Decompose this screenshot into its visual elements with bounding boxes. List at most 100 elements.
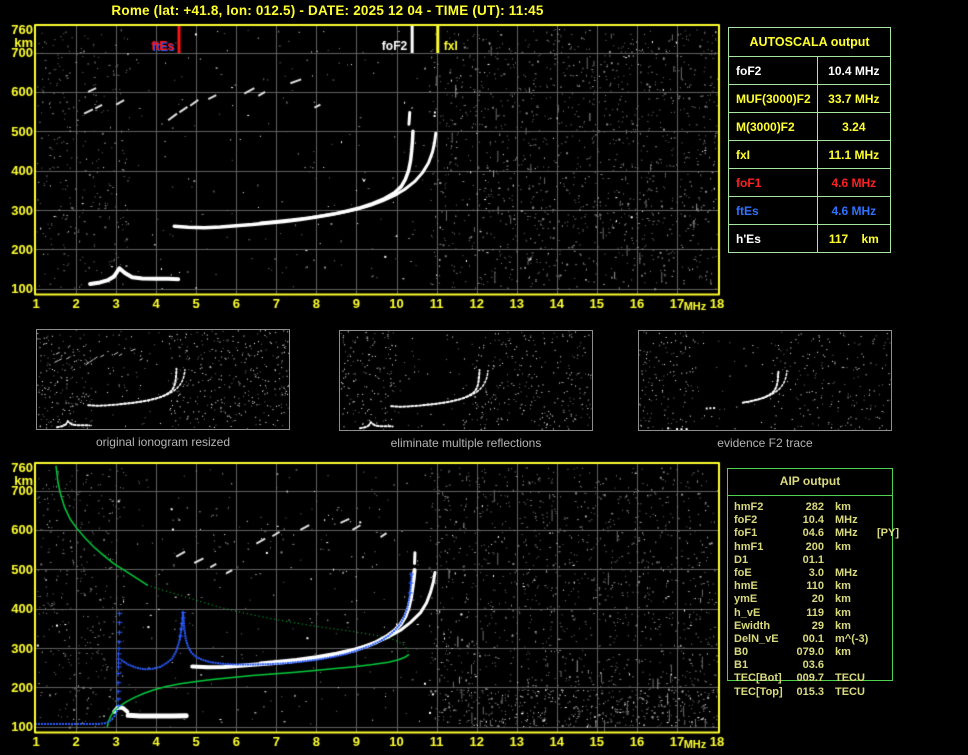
- aip-unit: km: [835, 580, 851, 593]
- param-label: foF2: [728, 56, 818, 85]
- aip-row: h_vE 119 km: [734, 607, 890, 620]
- aip-unit: m^(-3): [835, 632, 869, 645]
- param-value: 117 km: [816, 224, 892, 253]
- aip-param: hmF1: [734, 540, 764, 553]
- aip-unit: km: [835, 619, 851, 632]
- autoscala-output-table: AUTOSCALA output foF2 10.4 MHz MUF(3000)…: [728, 27, 892, 253]
- aip-param: DelN_vE: [734, 632, 779, 645]
- aip-val: 04.6: [802, 527, 824, 540]
- aip-val: 282: [805, 501, 824, 513]
- aip-note: [874, 620, 890, 633]
- aip-unit: km: [835, 540, 851, 553]
- aip-unit: MHz: [835, 566, 858, 579]
- aip-val: 20: [811, 593, 824, 606]
- param-label: MUF(3000)F2: [728, 84, 818, 113]
- param-label: ftEs: [728, 196, 818, 225]
- aip-val: 3.0: [808, 566, 824, 579]
- param-value: 3.24: [816, 112, 892, 141]
- aip-row: foF2 10.4 MHz: [734, 514, 890, 527]
- aip-row: B0 079.0 km: [734, 646, 890, 659]
- aip-param: foF2: [734, 514, 758, 527]
- table-row: foF1 4.6 MHz: [728, 168, 892, 197]
- aip-note: [874, 633, 890, 646]
- aip-note: [874, 501, 890, 514]
- aip-row: DelN_vE 00.1 m^(-3): [734, 633, 890, 646]
- aip-note: [874, 646, 890, 659]
- aip-val: 009.7: [796, 672, 824, 685]
- aip-unit: km: [835, 606, 851, 619]
- thumbnail-caption: eliminate multiple reflections: [390, 436, 542, 450]
- aip-param: Ewidth: [734, 619, 771, 632]
- param-label: M(3000)F2: [728, 112, 818, 141]
- thumbnail-original-canvas: [36, 329, 290, 430]
- table-row: h'Es 117 km: [728, 224, 892, 253]
- autoscala-window: Rome (lat: +41.8, lon: 012.5) - DATE: 20…: [0, 0, 968, 755]
- aip-row: ymE 20 km: [734, 593, 890, 606]
- param-value: 11.1 MHz: [816, 140, 892, 169]
- aip-param: foE: [734, 566, 752, 579]
- aip-row: TEC[Bot] 009.7 TECU: [734, 672, 890, 685]
- aip-unit: km: [835, 593, 851, 606]
- aip-param: foF1: [734, 527, 758, 540]
- aip-val: 00.1: [802, 632, 824, 645]
- aip-note: [874, 541, 890, 554]
- aip-note: [874, 672, 890, 685]
- table-row: fxI 11.1 MHz: [728, 140, 892, 169]
- thumbnail-f2-trace-canvas: [638, 330, 892, 431]
- aip-unit: MHz: [835, 527, 858, 540]
- aip-param: TEC[Top]: [734, 685, 783, 698]
- table-row: MUF(3000)F2 33.7 MHz: [728, 84, 892, 113]
- thumbnail-cleaned: eliminate multiple reflections: [339, 330, 593, 450]
- aip-param: D1: [734, 553, 749, 566]
- thumbnail-caption: evidence F2 trace: [717, 436, 813, 450]
- param-label: foF1: [728, 168, 818, 197]
- aip-val: 200: [805, 540, 824, 553]
- aip-unit: TECU: [835, 685, 865, 698]
- aip-param: ymE: [734, 593, 758, 606]
- aip-val: 079.0: [796, 646, 824, 659]
- aip-unit: [824, 659, 874, 672]
- aip-row: TEC[Top] 015.3 TECU: [734, 686, 890, 699]
- aip-row: hmE 110 km: [734, 580, 890, 593]
- aip-row: B1 03.6: [734, 659, 890, 672]
- aip-header: AIP output: [779, 474, 841, 488]
- aip-param: hmE: [734, 580, 758, 593]
- param-value: 10.4 MHz: [816, 56, 892, 85]
- aip-val: 119: [806, 606, 824, 619]
- param-value: 4.6 MHz: [816, 196, 892, 225]
- aip-unit: TECU: [835, 672, 865, 685]
- aip-row: D1 01.1: [734, 554, 890, 567]
- aip-val: 10.4: [802, 514, 824, 527]
- aip-param: hmF2: [734, 501, 764, 513]
- aip-note: [PY]: [877, 527, 899, 540]
- table-row: foF2 10.4 MHz: [728, 56, 892, 85]
- aip-rows: hmF2 282 km foF2 10.4 MHz foF1 04.6 MHz [PY] hmF1 2…: [734, 501, 899, 699]
- aip-output-table: AIP output hmF2 282 km foF2 10.4 MHz foF1 04.6 M…: [727, 468, 899, 698]
- param-label: fxI: [728, 140, 818, 169]
- aip-unit: [824, 554, 874, 567]
- page-title: Rome (lat: +41.8, lon: 012.5) - DATE: 20…: [111, 3, 544, 18]
- aip-note: [874, 580, 890, 593]
- top-ionogram-canvas: [0, 20, 725, 317]
- aip-unit: km: [835, 646, 851, 659]
- aip-param: B0: [734, 646, 749, 659]
- aip-note: [874, 554, 890, 567]
- thumbnail-caption: original ionogram resized: [95, 435, 231, 449]
- aip-val: 01.1: [802, 553, 824, 566]
- aip-val: 29: [811, 619, 824, 632]
- param-label: h'Es: [728, 224, 818, 253]
- thumbnail-cleaned-canvas: [339, 330, 593, 431]
- aip-row: foF1 04.6 MHz [PY]: [734, 527, 899, 540]
- aip-val: 015.3: [796, 685, 824, 698]
- aip-row: foE 3.0 MHz: [734, 567, 890, 580]
- aip-row: Ewidth 29 km: [734, 620, 890, 633]
- aip-note: [874, 686, 890, 699]
- aip-note: [874, 567, 890, 580]
- aip-val: 110: [806, 580, 824, 593]
- autoscala-header: AUTOSCALA output: [728, 27, 891, 57]
- aip-row: hmF1 200 km: [734, 541, 890, 554]
- aip-val: 03.6: [802, 659, 824, 672]
- aip-row: hmF2 282 km: [734, 501, 890, 514]
- aip-unit: MHz: [835, 514, 858, 527]
- table-header-row: AUTOSCALA output: [728, 27, 891, 57]
